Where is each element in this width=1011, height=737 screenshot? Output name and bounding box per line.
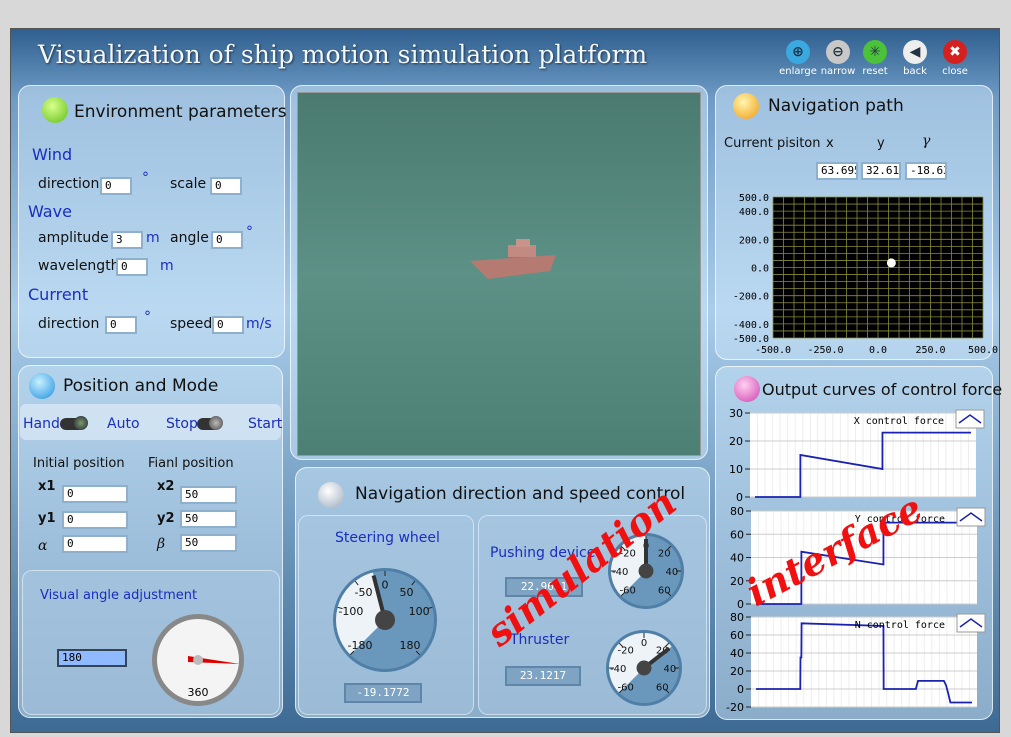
y-tick-label: 60 [730, 629, 744, 642]
zoom-in-icon: ⊕ [786, 40, 810, 64]
toolbar-label: reset [862, 66, 888, 77]
back-arrow-icon: ◀ [903, 40, 927, 64]
y-tick-label: 0 [736, 491, 743, 504]
chart-title: N control force [855, 620, 945, 631]
zoom-out-icon: ⊖ [826, 40, 850, 64]
plot-legend-button[interactable] [955, 409, 985, 429]
y-tick-label: 60 [730, 528, 744, 541]
y-tick-label: 30 [729, 407, 743, 420]
toolbar-back-button[interactable]: ◀ back [895, 40, 935, 77]
toolbar-enlarge-button[interactable]: ⊕ enlarge [778, 40, 818, 77]
toolbar-label: enlarge [779, 66, 817, 77]
y-tick-label: 80 [730, 505, 744, 518]
y-tick-label: -20 [726, 701, 744, 714]
plot-legend-button[interactable] [956, 613, 986, 633]
toolbar-reset-button[interactable]: ✳ reset [855, 40, 895, 77]
close-icon: ✖ [943, 40, 967, 64]
toolbar-close-button[interactable]: ✖ close [935, 40, 975, 77]
reset-icon: ✳ [863, 40, 887, 64]
toolbar-narrow-button[interactable]: ⊖ narrow [818, 40, 858, 77]
y-tick-label: 80 [730, 611, 744, 624]
y-tick-label: 0 [737, 683, 744, 696]
toolbar-label: close [942, 66, 968, 77]
plot-legend-button[interactable] [956, 507, 986, 527]
chart-title: X control force [854, 416, 944, 427]
y-tick-label: 20 [730, 665, 744, 678]
y-tick-label: 40 [730, 552, 744, 565]
y-tick-label: 10 [729, 463, 743, 476]
y-tick-label: 0 [737, 598, 744, 611]
toolbar-label: narrow [820, 66, 856, 77]
toolbar-label: back [903, 66, 927, 77]
y-tick-label: 20 [729, 435, 743, 448]
y-tick-label: 40 [730, 647, 744, 660]
